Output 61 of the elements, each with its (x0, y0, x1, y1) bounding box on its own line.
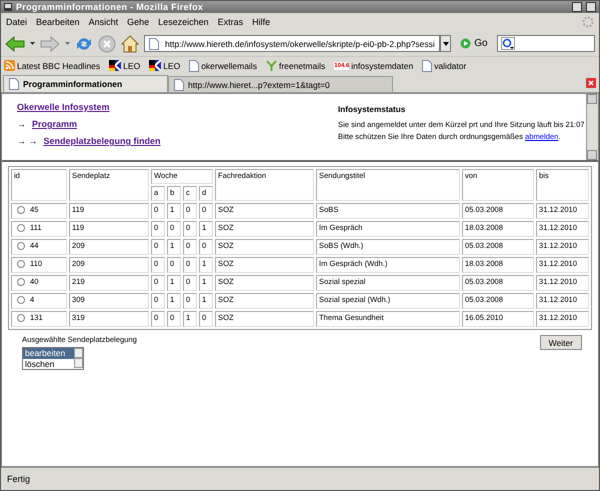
page-icon (174, 78, 184, 90)
dropdown-button[interactable] (440, 35, 452, 52)
arrow-marker: → → (17, 136, 38, 146)
radio-button[interactable] (17, 260, 25, 268)
page-icon (9, 78, 19, 90)
close-button[interactable] (586, 2, 596, 12)
url-field[interactable]: http://www.hiereth.de/infosystem/okerwelle/skripte/p-ei0-pb-2.php?sessi (144, 35, 440, 52)
menu-item[interactable]: Bearbeiten (36, 17, 80, 27)
search-engine-icon (500, 37, 515, 50)
menu-item[interactable]: Datei (6, 17, 28, 27)
stop-icon[interactable] (98, 34, 116, 52)
back-arrow-icon[interactable] (5, 36, 25, 52)
home-link[interactable]: Okerwelle Infosystem (17, 102, 317, 112)
scrollbar[interactable] (586, 94, 598, 160)
bookmark-item[interactable]: freenetmails (266, 60, 326, 71)
list-option[interactable]: bearbeiten (23, 348, 74, 358)
menu-item[interactable]: Lesezeichen (158, 17, 209, 27)
radio-button[interactable] (17, 242, 25, 250)
menu-item[interactable]: Extras (218, 17, 244, 27)
page-icon (422, 60, 432, 72)
menu-item[interactable]: Ansicht (88, 17, 118, 27)
flag-icon (149, 60, 162, 71)
page-icon (149, 38, 159, 50)
arrow-marker: → (17, 119, 26, 129)
status-heading: Infosystemstatus (338, 105, 406, 114)
menu-item[interactable]: Hilfe (252, 17, 270, 27)
go-button[interactable]: Go (456, 38, 492, 49)
leaf-icon (266, 60, 277, 71)
bookmark-item[interactable]: Latest BBC Headlines (4, 60, 100, 71)
page-icon (189, 60, 200, 72)
bookmark-item[interactable]: okerwellemails (189, 60, 257, 72)
window-title: Programminformationen - Mozilla Firefox (16, 2, 204, 12)
menu-item[interactable]: Gehe (127, 17, 150, 27)
close-tab-icon[interactable] (586, 78, 596, 88)
feed-icon (4, 60, 15, 71)
caret-icon (442, 42, 448, 46)
forward-arrow-icon[interactable] (40, 36, 60, 52)
weiter-button[interactable]: Weiter (540, 335, 582, 350)
radio-button[interactable] (17, 278, 25, 286)
status-text: Fertig (7, 474, 30, 484)
radio-button[interactable] (17, 224, 25, 232)
bookmark-item[interactable]: validator (422, 60, 466, 72)
browser-tab[interactable]: http://www.hieret...p?extem=1&tagt=0 (168, 76, 393, 92)
bookmark-item[interactable]: LEO (149, 60, 180, 71)
nav-link[interactable]: Sendeplatzbelegung finden (44, 136, 161, 146)
browser-tab[interactable]: Programminformationen (3, 75, 168, 92)
nav-link[interactable]: Programm (32, 119, 78, 129)
home-icon[interactable] (121, 34, 139, 52)
radio-button[interactable] (17, 296, 25, 304)
radio-button[interactable] (17, 314, 25, 322)
flag-icon (109, 60, 122, 71)
maximize-button[interactable] (572, 2, 582, 12)
action-listbox[interactable]: bearbeiten löschen (22, 347, 84, 370)
caret-icon[interactable] (30, 42, 35, 46)
window-menu-icon[interactable] (4, 3, 12, 11)
radio-button[interactable] (17, 206, 25, 214)
play-icon (460, 38, 472, 49)
bookmark-item[interactable]: LEO (109, 60, 140, 71)
throbber-icon (582, 16, 594, 28)
search-field[interactable] (496, 35, 595, 52)
list-option[interactable]: löschen (23, 358, 74, 369)
